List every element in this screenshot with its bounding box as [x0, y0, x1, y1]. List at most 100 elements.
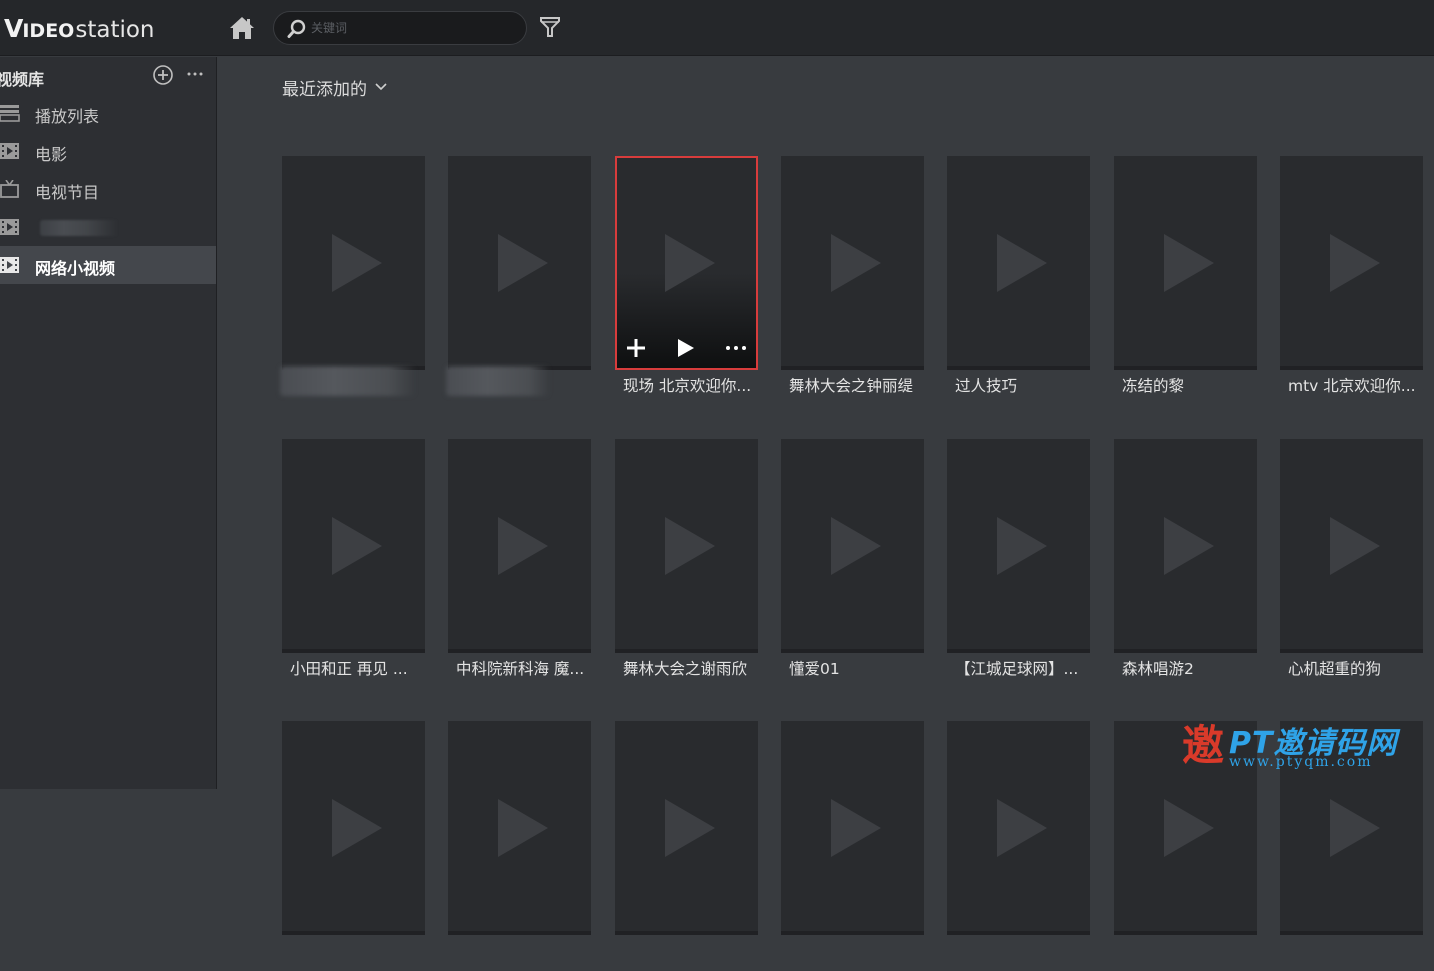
video-card[interactable] [448, 721, 591, 971]
film-icon [0, 257, 19, 273]
video-thumbnail[interactable] [947, 721, 1090, 935]
play-icon [1330, 517, 1380, 575]
video-title: 【江城足球网】... [955, 660, 1079, 678]
sidebar-item-label: 播放列表 [35, 107, 100, 126]
video-title: 心机超重的狗 [1288, 660, 1382, 678]
film-icon [0, 219, 19, 235]
more-icon[interactable] [725, 345, 747, 351]
sort-dropdown[interactable]: 最近添加的 [282, 75, 387, 100]
video-thumbnail[interactable] [781, 721, 924, 935]
video-title: 中科院新科海 魔... [456, 660, 585, 678]
main-content: 最近添加的 现场 北京欢迎你... 舞林大会之钟丽缇 过人技巧 冻结的黎 mtv 北京欢… [218, 57, 1434, 935]
video-card[interactable]: 舞林大会之谢雨欣 [615, 439, 758, 689]
video-thumbnail[interactable] [615, 721, 758, 935]
play-icon [1330, 234, 1380, 292]
sidebar-item-tv-shows[interactable]: 电视节目 [0, 170, 216, 208]
video-title: 舞林大会之钟丽缇 [789, 377, 914, 395]
video-thumbnail[interactable] [282, 156, 425, 370]
chevron-down-icon [375, 83, 387, 91]
video-title [1288, 939, 1422, 961]
video-thumbnail[interactable] [1280, 439, 1423, 653]
sidebar-item-movies[interactable]: 电影 [0, 132, 216, 170]
video-card[interactable]: 【江城足球网】... [947, 439, 1090, 689]
play-icon [665, 799, 715, 857]
play-icon [332, 234, 382, 292]
app-logo[interactable]: V IDEO station [4, 14, 155, 44]
video-card[interactable]: 冻结的黎 [1114, 156, 1257, 406]
library-title: 视频库 [0, 70, 45, 89]
sort-label: 最近添加的 [282, 79, 367, 100]
sidebar-item-web-videos[interactable]: 网络小视频 [0, 246, 216, 284]
library-header: 视频库 [0, 63, 217, 89]
play-icon [665, 517, 715, 575]
filter-icon [540, 17, 560, 37]
video-title [789, 939, 923, 961]
video-thumbnail[interactable] [448, 439, 591, 653]
video-card[interactable]: 森林唱游2 [1114, 439, 1257, 689]
sidebar-item-playlist[interactable]: 播放列表 [0, 94, 216, 132]
video-thumbnail[interactable] [947, 439, 1090, 653]
filter-button[interactable] [539, 15, 561, 39]
video-thumbnail[interactable] [1114, 156, 1257, 370]
watermark-char: 邀 [1182, 721, 1224, 770]
video-title [1122, 939, 1256, 961]
play-icon [997, 234, 1047, 292]
play-icon [1164, 799, 1214, 857]
video-card[interactable] [781, 721, 924, 971]
watermark-logo: 邀 [1182, 721, 1224, 770]
video-card[interactable]: 现场 北京欢迎你... [615, 156, 758, 406]
video-thumbnail[interactable] [282, 439, 425, 653]
video-title: 舞林大会之谢雨欣 [623, 660, 748, 678]
video-thumbnail[interactable] [947, 156, 1090, 370]
home-button[interactable] [228, 15, 256, 41]
logo-ideo: IDEO [22, 20, 75, 42]
video-thumbnail[interactable] [615, 156, 758, 370]
video-card[interactable]: 小田和正 再见 ... [282, 439, 425, 689]
video-title: 小田和正 再见 ... [290, 660, 408, 678]
video-title [456, 939, 590, 961]
tv-icon [0, 180, 19, 198]
logo-v: V [4, 14, 23, 43]
video-card[interactable] [615, 721, 758, 971]
video-card[interactable]: mtv 北京欢迎你... [1280, 156, 1423, 406]
watermark-url: www.ptyqm.com [1229, 754, 1373, 770]
play-icon [997, 799, 1047, 857]
play-button-icon[interactable] [677, 338, 695, 358]
video-title [290, 939, 424, 961]
sidebar: 视频库 播放列表 电影 电视节目 网络小视频 [0, 57, 217, 789]
video-thumbnail[interactable] [1114, 439, 1257, 653]
play-icon [1164, 234, 1214, 292]
video-card[interactable] [947, 721, 1090, 971]
video-title: 冻结的黎 [1122, 377, 1185, 395]
blurred-label [40, 220, 118, 236]
top-bar: V IDEO station [0, 0, 1434, 56]
video-card[interactable]: 懂爱01 [781, 439, 924, 689]
video-title: 森林唱游2 [1122, 660, 1194, 678]
video-card[interactable]: 过人技巧 [947, 156, 1090, 406]
sidebar-item-hidden-library[interactable] [0, 208, 216, 246]
film-icon [0, 143, 19, 159]
play-icon [665, 234, 715, 292]
more-options-icon[interactable] [185, 67, 205, 81]
video-card[interactable]: 舞林大会之钟丽缇 [781, 156, 924, 406]
sidebar-item-label: 电视节目 [35, 183, 100, 202]
video-thumbnail[interactable] [282, 721, 425, 935]
video-thumbnail[interactable] [1280, 156, 1423, 370]
add-library-icon[interactable] [152, 64, 174, 86]
video-card[interactable]: 心机超重的狗 [1280, 439, 1423, 689]
video-card[interactable]: 中科院新科海 魔... [448, 439, 591, 689]
video-thumbnail[interactable] [448, 721, 591, 935]
search-input[interactable] [311, 17, 511, 39]
video-card[interactable] [282, 721, 425, 971]
playlist-icon [0, 105, 20, 122]
play-icon [332, 799, 382, 857]
add-to-playlist-icon[interactable] [626, 338, 646, 358]
video-thumbnail[interactable] [448, 156, 591, 370]
home-icon [230, 17, 254, 39]
play-icon [1330, 799, 1380, 857]
video-thumbnail[interactable] [781, 439, 924, 653]
video-thumbnail[interactable] [615, 439, 758, 653]
video-title: 过人技巧 [955, 377, 1018, 395]
video-thumbnail[interactable] [781, 156, 924, 370]
search-box[interactable] [273, 11, 527, 45]
